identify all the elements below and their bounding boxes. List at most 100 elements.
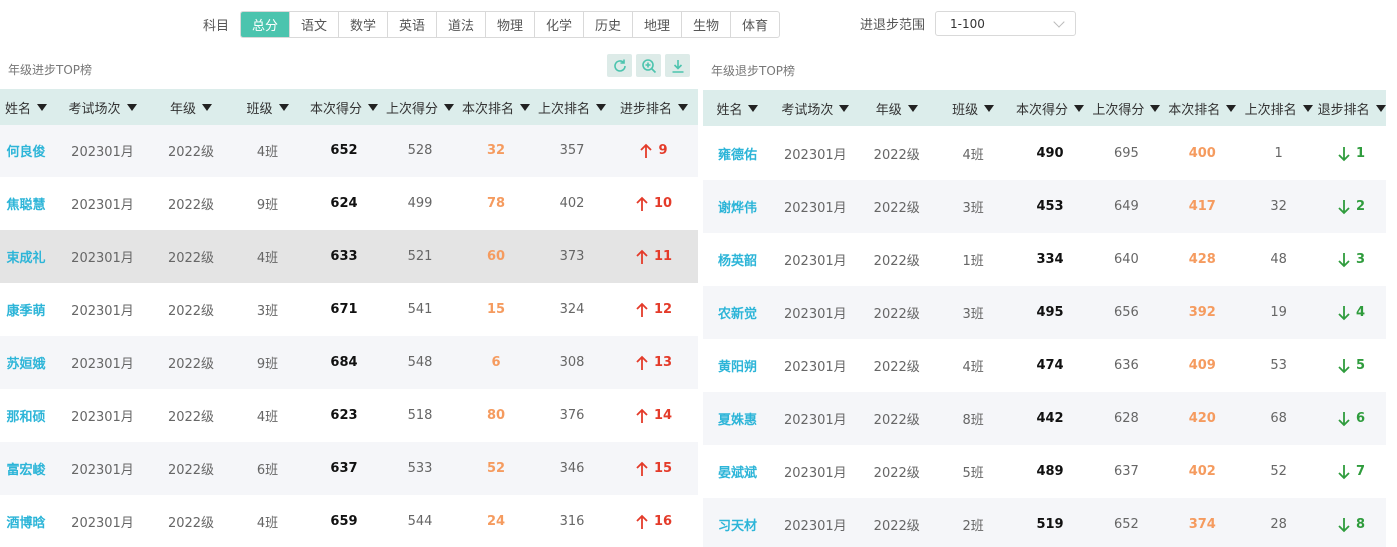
subject-tab[interactable]: 总分	[241, 12, 291, 37]
rank-change-value: 16	[653, 514, 673, 529]
cell-rank: 32	[486, 143, 506, 158]
table-row[interactable]: 黄阳朔 202301月 2022级 4班 474 636 409 53 5	[703, 339, 1386, 392]
cell-name[interactable]: 那和硕	[0, 389, 52, 442]
cell-name[interactable]: 夏姝惠	[703, 392, 772, 445]
sort-caret-icon[interactable]	[1226, 104, 1237, 112]
sort-caret-icon[interactable]	[596, 103, 606, 111]
sort-caret-icon[interactable]	[839, 104, 850, 112]
table-row[interactable]: 杨英韶 202301月 2022级 1班 334 640 428 48 3	[703, 233, 1386, 286]
cell-name[interactable]: 晏斌斌	[703, 445, 772, 498]
column-header[interactable]: 年级	[153, 89, 229, 125]
rank-change-value: 6	[1356, 411, 1366, 426]
cell-last-score: 541	[407, 302, 433, 317]
cell-exam: 202301月	[71, 463, 134, 478]
table-row[interactable]: 那和硕 202301月 2022级 4班 623 518 80 376 14	[0, 389, 698, 442]
cell-rank: 400	[1188, 146, 1216, 161]
table-row[interactable]: 夏姝惠 202301月 2022级 8班 442 628 420 68 6	[703, 392, 1386, 445]
subject-tab[interactable]: 语文	[290, 12, 340, 37]
column-header[interactable]: 本次得分	[306, 89, 382, 125]
sort-caret-icon[interactable]	[278, 103, 289, 111]
range-select[interactable]: 1-100	[935, 11, 1077, 36]
table-row[interactable]: 富宏峻 202301月 2022级 6班 637 533 52 346 15	[0, 442, 698, 495]
sort-caret-icon[interactable]	[202, 103, 212, 111]
cell-name[interactable]: 康季萌	[0, 283, 52, 336]
table-row[interactable]: 酒博晗 202301月 2022级 4班 659 544 24 316 16	[0, 495, 698, 546]
table-row[interactable]: 雍德佑 202301月 2022级 4班 490 695 400 1 1	[703, 127, 1386, 180]
sort-caret-icon[interactable]	[368, 103, 378, 111]
table-row[interactable]: 习天材 202301月 2022级 2班 519 652 374 28 8	[703, 498, 1386, 547]
cell-change: 15	[610, 442, 698, 495]
subject-tab[interactable]: 化学	[535, 12, 585, 37]
cell-name[interactable]: 富宏峻	[0, 442, 52, 495]
cell-name[interactable]: 雍德佑	[703, 127, 772, 180]
cell-rank: 78	[486, 196, 506, 211]
cell-name[interactable]: 焦聪慧	[0, 177, 52, 230]
cell-name[interactable]: 束成礼	[0, 230, 52, 283]
cell-grade: 2022级	[167, 251, 215, 266]
column-header[interactable]: 本次排名	[1164, 90, 1240, 126]
table-row[interactable]: 焦聪慧 202301月 2022级 9班 624 499 78 402 10	[0, 177, 698, 230]
subject-tab[interactable]: 地理	[633, 12, 683, 37]
cell-score: 519	[1036, 517, 1064, 532]
column-header[interactable]: 年级	[859, 90, 935, 126]
table-row[interactable]: 农新觉 202301月 2022级 3班 495 656 392 19 4	[703, 286, 1386, 339]
cell-last-rank: 357	[559, 143, 585, 158]
cell-name[interactable]: 黄阳朔	[703, 339, 772, 392]
table-row[interactable]: 谢烨伟 202301月 2022级 3班 453 649 417 32 2	[703, 180, 1386, 233]
arrow-up-icon	[636, 355, 648, 370]
column-header[interactable]: 上次排名	[534, 89, 610, 125]
subject-tab[interactable]: 历史	[584, 12, 634, 37]
cell-change: 11	[610, 230, 698, 283]
column-header-label: 上次得分	[385, 101, 438, 117]
table-row[interactable]: 康季萌 202301月 2022级 3班 671 541 15 324 12	[0, 283, 698, 336]
table-row[interactable]: 束成礼 202301月 2022级 4班 633 521 60 373 11	[0, 230, 698, 283]
sort-caret-icon[interactable]	[748, 104, 759, 112]
cell-name[interactable]: 酒博晗	[0, 495, 52, 546]
subject-tab[interactable]: 生物	[682, 12, 732, 37]
table-row[interactable]: 苏姮娥 202301月 2022级 9班 684 548 6 308 13	[0, 336, 698, 389]
column-header[interactable]: 考试场次	[52, 89, 153, 125]
column-header[interactable]: 姓名	[703, 90, 772, 126]
cell-name[interactable]: 习天材	[703, 498, 772, 547]
sort-caret-icon[interactable]	[126, 103, 137, 111]
cell-last-rank: 48	[1270, 252, 1287, 267]
column-header[interactable]: 本次排名	[458, 89, 534, 125]
cell-name[interactable]: 何良俊	[0, 124, 52, 177]
cell-name[interactable]: 苏姮娥	[0, 336, 52, 389]
cell-name[interactable]: 杨英韶	[703, 233, 772, 286]
column-header[interactable]: 考试场次	[772, 90, 859, 126]
subject-tab[interactable]: 体育	[731, 12, 779, 37]
subject-tab[interactable]: 道法	[437, 12, 487, 37]
table-row[interactable]: 何良俊 202301月 2022级 4班 652 528 32 357 9	[0, 124, 698, 177]
sort-caret-icon[interactable]	[444, 103, 454, 111]
sort-caret-icon[interactable]	[1302, 104, 1313, 112]
column-header[interactable]: 班级	[229, 89, 306, 125]
sort-caret-icon[interactable]	[520, 103, 530, 111]
column-header[interactable]: 班级	[935, 90, 1012, 126]
cell-last-score: 652	[1113, 517, 1139, 532]
sort-caret-icon[interactable]	[37, 103, 47, 111]
sort-caret-icon[interactable]	[1074, 104, 1085, 112]
refresh-button[interactable]	[607, 54, 632, 77]
table-row[interactable]: 晏斌斌 202301月 2022级 5班 489 637 402 52 7	[703, 445, 1386, 498]
column-header[interactable]: 姓名	[0, 89, 52, 125]
sort-caret-icon[interactable]	[907, 104, 918, 112]
column-header[interactable]: 退步排名	[1317, 90, 1386, 126]
cell-name[interactable]: 谢烨伟	[703, 180, 772, 233]
column-header[interactable]: 本次得分	[1012, 90, 1089, 126]
column-header[interactable]: 进步排名	[610, 89, 698, 125]
sort-caret-icon[interactable]	[678, 103, 688, 111]
cell-score: 652	[330, 143, 358, 158]
subject-tab[interactable]: 数学	[339, 12, 389, 37]
column-header[interactable]: 上次得分	[382, 89, 458, 125]
subject-tab[interactable]: 英语	[388, 12, 438, 37]
download-button[interactable]	[665, 54, 690, 77]
sort-caret-icon[interactable]	[984, 104, 995, 112]
column-header[interactable]: 上次排名	[1240, 90, 1317, 126]
cell-name[interactable]: 农新觉	[703, 286, 772, 339]
zoom-button[interactable]	[636, 54, 661, 77]
column-header[interactable]: 上次得分	[1088, 90, 1164, 126]
subject-tab[interactable]: 物理	[486, 12, 536, 37]
sort-caret-icon[interactable]	[1150, 104, 1161, 112]
sort-caret-icon[interactable]	[1375, 104, 1386, 112]
